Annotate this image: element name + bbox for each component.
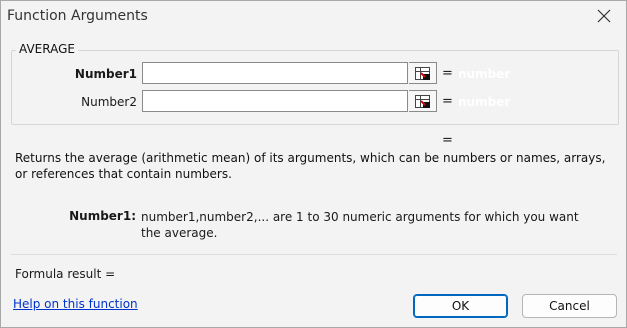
arg2-equals: = bbox=[442, 94, 453, 109]
arg-help-label: Number1: bbox=[69, 209, 136, 223]
number1-input[interactable] bbox=[142, 62, 408, 84]
window-title: Function Arguments bbox=[7, 8, 148, 24]
arg1-result: number bbox=[458, 67, 511, 81]
title-bar: Function Arguments bbox=[1, 1, 626, 33]
help-on-function-link[interactable]: Help on this function bbox=[13, 297, 138, 311]
function-description: Returns the average (arithmetic mean) of… bbox=[15, 151, 606, 181]
arg1-equals: = bbox=[442, 66, 453, 81]
arg-label-number2: Number2 bbox=[81, 95, 137, 109]
arg-label-number1: Number1 bbox=[74, 67, 137, 81]
divider bbox=[11, 254, 617, 255]
function-result-equals: = bbox=[442, 133, 453, 148]
range-select-icon bbox=[415, 95, 430, 108]
arg-help-text: number1,number2,... are 1 to 30 numeric … bbox=[141, 210, 579, 240]
function-name: AVERAGE bbox=[16, 42, 78, 56]
ok-button[interactable]: OK bbox=[413, 294, 508, 318]
number1-collapse-button[interactable] bbox=[409, 62, 437, 84]
close-icon bbox=[597, 9, 611, 23]
arg2-result: number bbox=[458, 95, 511, 109]
number2-collapse-button[interactable] bbox=[409, 90, 437, 112]
function-arguments-dialog: Function Arguments AVERAGE Number1 = num… bbox=[0, 0, 627, 328]
range-select-icon bbox=[415, 67, 430, 80]
cancel-button[interactable]: Cancel bbox=[522, 294, 617, 318]
close-button[interactable] bbox=[594, 6, 614, 26]
number2-input[interactable] bbox=[142, 90, 408, 112]
formula-result-label: Formula result = bbox=[15, 267, 116, 281]
